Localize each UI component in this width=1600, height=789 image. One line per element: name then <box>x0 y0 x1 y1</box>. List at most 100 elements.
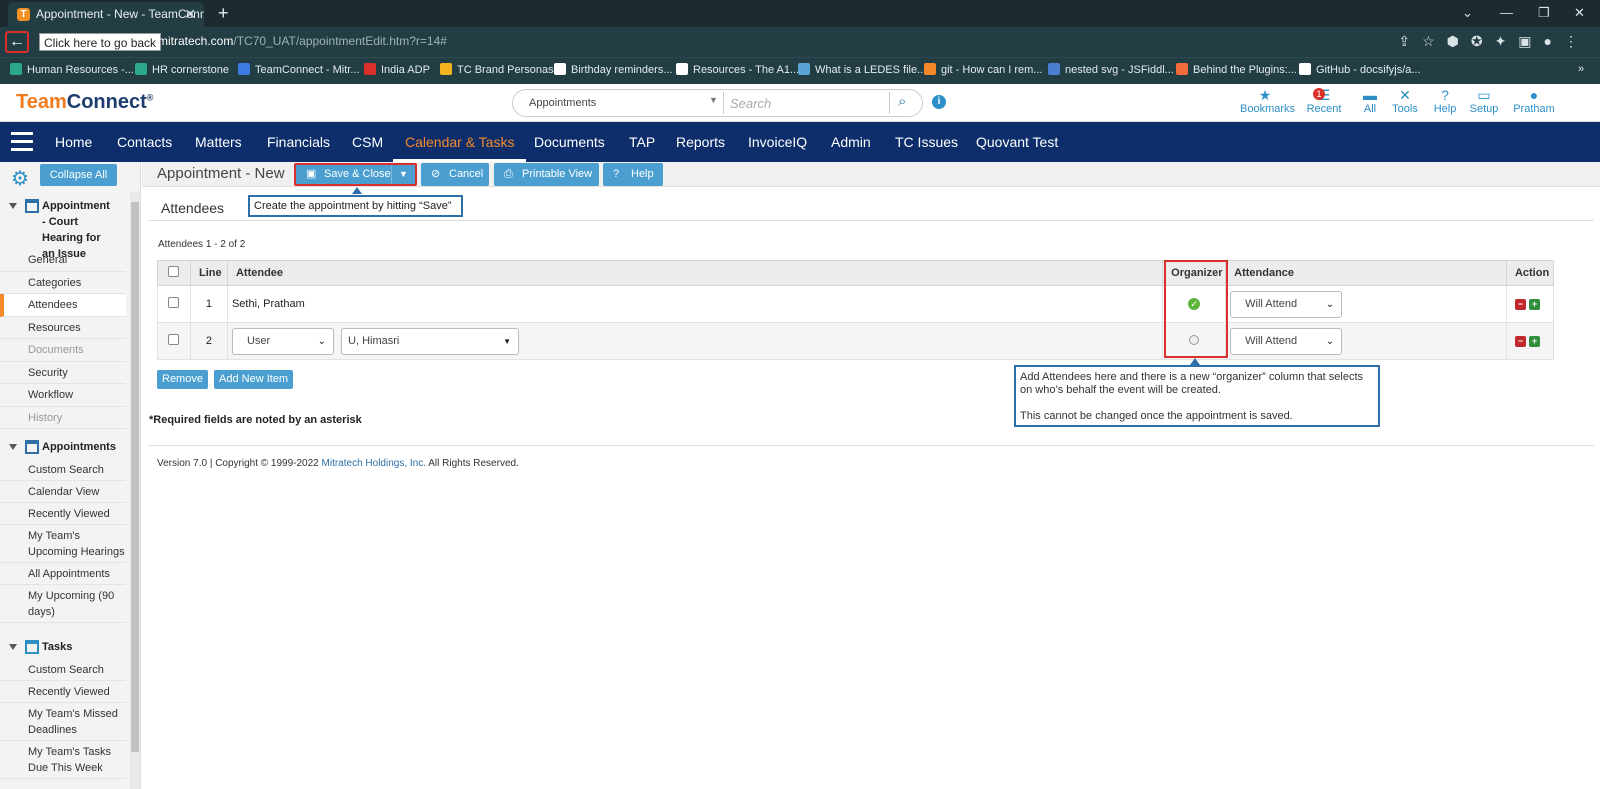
sidebar-item-documents[interactable]: Documents <box>0 339 126 362</box>
nav-financials[interactable]: Financials <box>267 122 330 162</box>
bookmark-item[interactable]: TC Brand Personas <box>440 63 554 76</box>
attendee-type-select[interactable]: User ⌄ <box>231 327 334 355</box>
close-window-icon[interactable]: ✕ <box>1574 0 1585 26</box>
collapse-triangle-icon[interactable] <box>9 203 17 210</box>
nav-quovant-test[interactable]: Quovant Test <box>976 122 1058 162</box>
save-close-button[interactable]: ▣ Save & Close ▼ <box>294 163 417 186</box>
search-scope-select[interactable]: Appointments <box>529 97 596 109</box>
minimize-icon[interactable]: — <box>1500 0 1513 26</box>
bookmark-item[interactable]: GitHub - docsifyjs/a... <box>1299 63 1421 76</box>
collapse-triangle-icon[interactable] <box>9 444 17 450</box>
sidebar-item-resources[interactable]: Resources <box>0 317 126 339</box>
help-button[interactable]: ? Help <box>603 163 663 186</box>
sidebar-item-my-team-s-missed-deadlines[interactable]: My Team's Missed Deadlines <box>0 703 126 741</box>
tab-search-icon[interactable]: ⌄ <box>1462 0 1473 26</box>
sidebar-item-general[interactable]: General <box>0 249 126 272</box>
sidebar-item-workflow[interactable]: Workflow <box>0 384 126 407</box>
sidebar-item-categories[interactable]: Categories <box>0 272 126 294</box>
sidebar-item-recently-viewed[interactable]: Recently Viewed <box>0 681 126 703</box>
bookmark-item[interactable]: Birthday reminders... <box>554 63 672 76</box>
bookmark-item[interactable]: Human Resources -... <box>10 63 134 76</box>
nav-admin[interactable]: Admin <box>831 122 871 162</box>
col-attendee[interactable]: Attendee <box>226 260 1164 286</box>
utility-bookmarks[interactable]: ★ Bookmarks <box>1240 88 1295 116</box>
sidebar-item-recently-viewed[interactable]: Recently Viewed <box>0 503 126 525</box>
nav-csm[interactable]: CSM <box>352 122 383 162</box>
utility-recent[interactable]: ☰1Recent <box>1299 88 1349 116</box>
col-line[interactable]: Line <box>189 260 228 286</box>
help-icon: ? <box>613 168 620 180</box>
remove-row-icon[interactable]: − <box>1515 336 1526 347</box>
nav-reports[interactable]: Reports <box>676 122 725 162</box>
bookmark-item[interactable]: nested svg - JSFiddl... <box>1048 63 1174 76</box>
add-row-icon[interactable]: + <box>1529 336 1540 347</box>
mitratech-link[interactable]: Mitratech Holdings, Inc. <box>322 458 427 469</box>
caret-down-icon[interactable]: ▼ <box>709 95 718 105</box>
gear-icon[interactable]: ⚙ <box>11 166 29 191</box>
nav-invoiceiq[interactable]: InvoiceIQ <box>748 122 807 162</box>
browser-tab[interactable]: T Appointment - New - TeamConn ✕ <box>8 2 204 27</box>
restore-icon[interactable]: ❐ <box>1538 0 1550 26</box>
attendance-select[interactable]: Will Attend ⌄ <box>1230 290 1343 318</box>
tab-close-icon[interactable]: ✕ <box>184 2 196 27</box>
sidebar-item-my-upcoming-90-days-[interactable]: My Upcoming (90 days) <box>0 585 126 623</box>
url-host: mitratech.com <box>158 34 234 48</box>
col-attendance[interactable]: Attendance <box>1225 260 1507 286</box>
new-tab-icon[interactable]: + <box>218 0 229 26</box>
utility-setup[interactable]: ▭ Setup <box>1459 88 1509 116</box>
printable-view-button[interactable]: ⎙ Printable View <box>494 163 599 186</box>
url-field[interactable]: mitratech.com/TC70_UAT/appointmentEdit.h… <box>158 34 447 48</box>
sidebar-item-calendar-view[interactable]: Calendar View <box>0 481 126 503</box>
nav-calendar-tasks[interactable]: Calendar & Tasks <box>393 122 527 162</box>
utility-pratham[interactable]: ● Pratham <box>1509 88 1559 116</box>
bookmark-item[interactable]: TeamConnect - Mitr... <box>238 63 360 76</box>
appointments-section-header[interactable]: Appointments <box>9 440 116 454</box>
attendee-lookup[interactable]: U, Himasri ▼ <box>341 327 520 355</box>
bookmark-item[interactable]: HR cornerstone <box>135 63 229 76</box>
row-checkbox[interactable] <box>168 334 179 345</box>
save-dropdown-caret-icon[interactable]: ▼ <box>391 165 415 184</box>
remove-button[interactable]: Remove <box>157 370 208 389</box>
add-new-item-button[interactable]: Add New Item <box>214 370 294 389</box>
tasks-section-header[interactable]: Tasks <box>9 640 72 654</box>
bookmark-item[interactable]: Resources - The A1... <box>676 63 799 76</box>
nav-documents[interactable]: Documents <box>534 122 605 162</box>
search-input[interactable]: Search <box>730 96 771 111</box>
sidebar-item-all-appointments[interactable]: All Appointments <box>0 563 126 585</box>
teamconnect-logo[interactable]: TeamConnect® <box>16 91 153 114</box>
sidebar-item-history[interactable]: History <box>0 407 126 429</box>
nav-tc-issues[interactable]: TC Issues <box>895 122 958 162</box>
more-bookmarks-icon[interactable]: » <box>1578 63 1584 75</box>
recent-count-badge: 1 <box>1313 88 1325 100</box>
sidebar-item-security[interactable]: Security <box>0 362 126 384</box>
sidebar-item-attendees[interactable]: Attendees <box>0 294 126 317</box>
nav-tap[interactable]: TAP <box>629 122 655 162</box>
collapse-all-button[interactable]: Collapse All <box>40 164 117 186</box>
attendance-select[interactable]: Will Attend ⌄ <box>1230 327 1343 355</box>
bookmark-item[interactable]: git - How can I rem... <box>924 63 1042 76</box>
add-row-icon[interactable]: + <box>1529 299 1540 310</box>
back-arrow-icon[interactable]: ← <box>5 31 29 53</box>
remove-row-icon[interactable]: − <box>1515 299 1526 310</box>
left-panel-scrollbar[interactable] <box>130 192 140 789</box>
browser-action-icons[interactable]: ⇪☆⬢✪✦▣●⋮ <box>1398 33 1590 50</box>
sidebar-item-custom-search[interactable]: Custom Search <box>0 459 126 481</box>
callout-arrow <box>1190 358 1200 365</box>
bookmark-item[interactable]: What is a LEDES file... <box>798 63 926 76</box>
row-checkbox[interactable] <box>168 297 179 308</box>
sidebar-item-my-team-s-upcoming-hearings[interactable]: My Team's Upcoming Hearings <box>0 525 126 563</box>
collapse-triangle-icon[interactable] <box>9 644 17 650</box>
save-icon: ▣ <box>306 168 317 180</box>
cancel-button[interactable]: ⊘ Cancel <box>421 163 489 186</box>
bookmark-item[interactable]: Behind the Plugins:... <box>1176 63 1297 76</box>
sidebar-item-custom-search[interactable]: Custom Search <box>0 659 126 681</box>
bookmark-item[interactable]: India ADP <box>364 63 430 76</box>
sidebar-item-my-team-s-tasks-due-this-week[interactable]: My Team's Tasks Due This Week <box>0 741 126 779</box>
nav-matters[interactable]: Matters <box>195 122 242 162</box>
nav-contacts[interactable]: Contacts <box>117 122 172 162</box>
search-icon[interactable]: ⌕ <box>898 93 906 110</box>
select-all-checkbox[interactable] <box>168 266 179 277</box>
nav-home[interactable]: Home <box>55 122 92 162</box>
info-icon[interactable]: i <box>932 95 946 109</box>
hamburger-menu-icon[interactable] <box>11 132 33 152</box>
